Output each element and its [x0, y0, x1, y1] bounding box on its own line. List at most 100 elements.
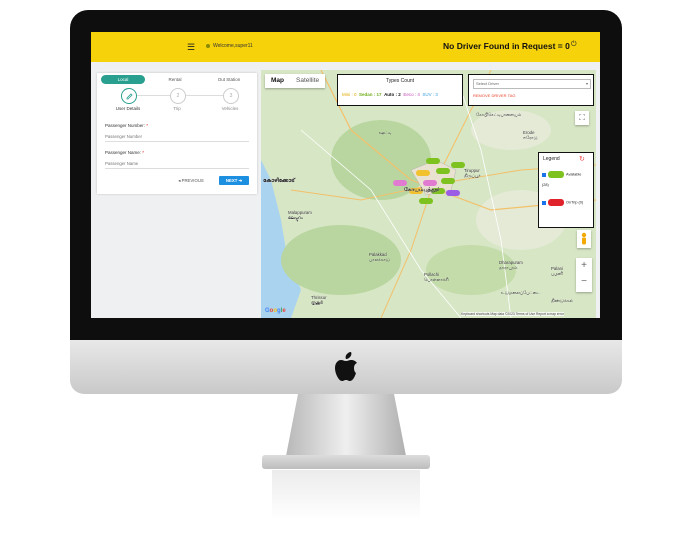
zoom-out-button[interactable]: − [576, 274, 592, 290]
types-count-values: Mini : 0 Sedan : 17 Auto : 2 Eeco : 4 SU… [342, 92, 438, 97]
map-attribution[interactable]: Keyboard shortcuts Map data ©2023 Terms … [461, 312, 564, 316]
vehicle-marker[interactable] [416, 170, 430, 176]
city-local-name: பாலக்காடு [369, 257, 390, 262]
legend-ontrip[interactable]: OnTrip (0) [542, 199, 583, 206]
previous-button[interactable]: ◂ PREVIOUS [171, 176, 211, 185]
tab-out-station[interactable]: Out Station [205, 75, 253, 84]
types-count-panel: Types Count Mini : 0 Sedan : 17 Auto : 2… [337, 74, 463, 106]
vehicle-marker[interactable] [441, 178, 455, 184]
city-pollachi: Pollachi பொள்ளாச்சி [424, 272, 449, 283]
monitor-stand-neck [286, 394, 406, 456]
remove-driver-tag-button[interactable]: REMOVE DRIVER TAG [473, 93, 516, 98]
count-suv: SUV : 3 [422, 92, 438, 97]
top-bar: ☰ Welcome,super11 No Driver Found in Req… [91, 32, 600, 62]
fullscreen-icon[interactable]: ⛶ [575, 111, 589, 125]
next-label: NEXT [225, 178, 238, 183]
city-udumalaipettai: உடுமலைப்பேட்டை [501, 290, 541, 295]
step-connector [186, 95, 223, 96]
chevron-down-icon: ▾ [585, 81, 588, 86]
refresh-icon[interactable]: ↻ [579, 155, 585, 163]
driver-select[interactable]: Select Driver ▾ [473, 79, 591, 89]
city-local-name: തൃശൂർ [311, 300, 323, 305]
count-auto: Auto : 2 [384, 92, 401, 97]
driver-request-status: No Driver Found in Request = 0 [443, 41, 570, 51]
step-label-trip: Trip [173, 106, 181, 111]
step-label-user-details: User Details [115, 106, 141, 111]
count-sedan: Sedan : 17 [359, 92, 382, 97]
city-ooty: ஊட்டி [379, 130, 392, 135]
app-screen: ☰ Welcome,super11 No Driver Found in Req… [91, 32, 600, 318]
vehicle-marker[interactable] [446, 190, 460, 196]
step-trip[interactable]: 2 [170, 88, 186, 104]
pencil-icon [126, 93, 133, 100]
pegman-figure-icon [581, 232, 587, 245]
passenger-number-input[interactable] [105, 132, 249, 142]
legend-available-label: Available [566, 172, 582, 177]
types-count-title: Types Count [385, 78, 415, 84]
next-button[interactable]: NEXT ➜ [219, 176, 249, 185]
step-connector [137, 95, 170, 96]
map-type-map[interactable]: Map [265, 74, 290, 88]
zoom-in-button[interactable]: + [576, 258, 592, 274]
welcome-label: Welcome,super11 [213, 43, 253, 49]
arrow-right-icon: ➜ [238, 178, 243, 183]
city-malappuram: Malappuram മലപ്പുറം [288, 210, 312, 220]
passenger-name-label: Passenger Name: * [105, 150, 144, 155]
city-local-name: பழனி [551, 271, 563, 276]
zoom-control: + − [576, 258, 592, 292]
passenger-name-input[interactable] [105, 159, 249, 169]
pegman-icon[interactable] [577, 230, 591, 248]
required-mark: * [142, 150, 145, 155]
city-local-name: தாராபுரம் [499, 265, 518, 270]
map-view[interactable]: கோயம்புத்தூர் Tiruppur திருப்பூர் Erode ஈர… [261, 70, 596, 318]
city-gobichettipalayam: கோபிசெட்டிபாளையம் [476, 112, 522, 117]
city-palani: Palani பழனி [551, 266, 563, 277]
legend-panel: Legend ↻ Available (28) OnTrip (0) [538, 152, 594, 228]
car-icon [548, 199, 564, 206]
required-mark: * [146, 123, 149, 128]
menu-icon[interactable]: ☰ [187, 42, 195, 53]
passenger-name-label-text: Passenger Name: [105, 150, 142, 155]
power-icon[interactable]: ⏻ [571, 41, 577, 49]
trip-type-tabs: Local Rental Out Station [101, 75, 253, 84]
monitor-stand-foot [262, 455, 430, 469]
city-local-name: ஈரோடு [523, 135, 538, 140]
vehicle-marker[interactable] [393, 180, 407, 186]
apple-logo-icon [335, 352, 357, 381]
previous-label: PREVIOUS [181, 178, 204, 183]
map-type-satellite[interactable]: Satellite [290, 74, 325, 88]
booking-card: Local Rental Out Station 2 3 User Detail… [97, 73, 257, 194]
step-label-vehicles: Vehicles [221, 106, 239, 111]
driver-panel: Select Driver ▾ REMOVE DRIVER TAG [468, 74, 594, 106]
legend-title: Legend [543, 156, 560, 162]
city-tiruppur: Tiruppur திருப்பூர் [464, 168, 481, 179]
city-kozhikode: കോഴിക്കോട് [263, 178, 295, 184]
step-vehicles[interactable]: 3 [223, 88, 239, 104]
chevron-left-icon: ◂ [178, 178, 181, 183]
legend-available-count: (28) [542, 183, 549, 187]
vehicle-marker[interactable] [423, 180, 437, 186]
city-dindigul: திண்டுக்கல் [551, 298, 573, 303]
tab-rental[interactable]: Rental [153, 75, 197, 84]
passenger-number-label-text: Passenger Number: [105, 123, 146, 128]
legend-ontrip-label: OnTrip (0) [566, 200, 584, 205]
passenger-number-label: Passenger Number: * [105, 123, 148, 128]
city-local-name: മലപ്പുറം [288, 215, 303, 220]
vehicle-marker[interactable] [426, 158, 440, 164]
legend-available[interactable]: Available [542, 171, 581, 178]
map-type-control: Map Satellite [265, 74, 326, 88]
driver-select-value: Select Driver [476, 81, 499, 86]
welcome-text: Welcome,super11 [206, 43, 253, 49]
tab-local[interactable]: Local [101, 75, 145, 84]
count-eeco: Eeco : 4 [403, 92, 420, 97]
checkbox-icon[interactable] [542, 172, 546, 177]
vehicle-marker[interactable] [436, 168, 450, 174]
vehicle-marker[interactable] [419, 198, 433, 204]
city-erode: Erode ஈரோடு [523, 130, 537, 141]
user-status-icon [206, 43, 210, 48]
vehicle-marker[interactable] [451, 162, 465, 168]
city-palakkad: Palakkad பாலக்காடு [369, 252, 390, 263]
checkbox-icon[interactable] [542, 200, 546, 205]
google-logo: Google [265, 308, 286, 314]
step-user-details[interactable] [121, 88, 137, 104]
